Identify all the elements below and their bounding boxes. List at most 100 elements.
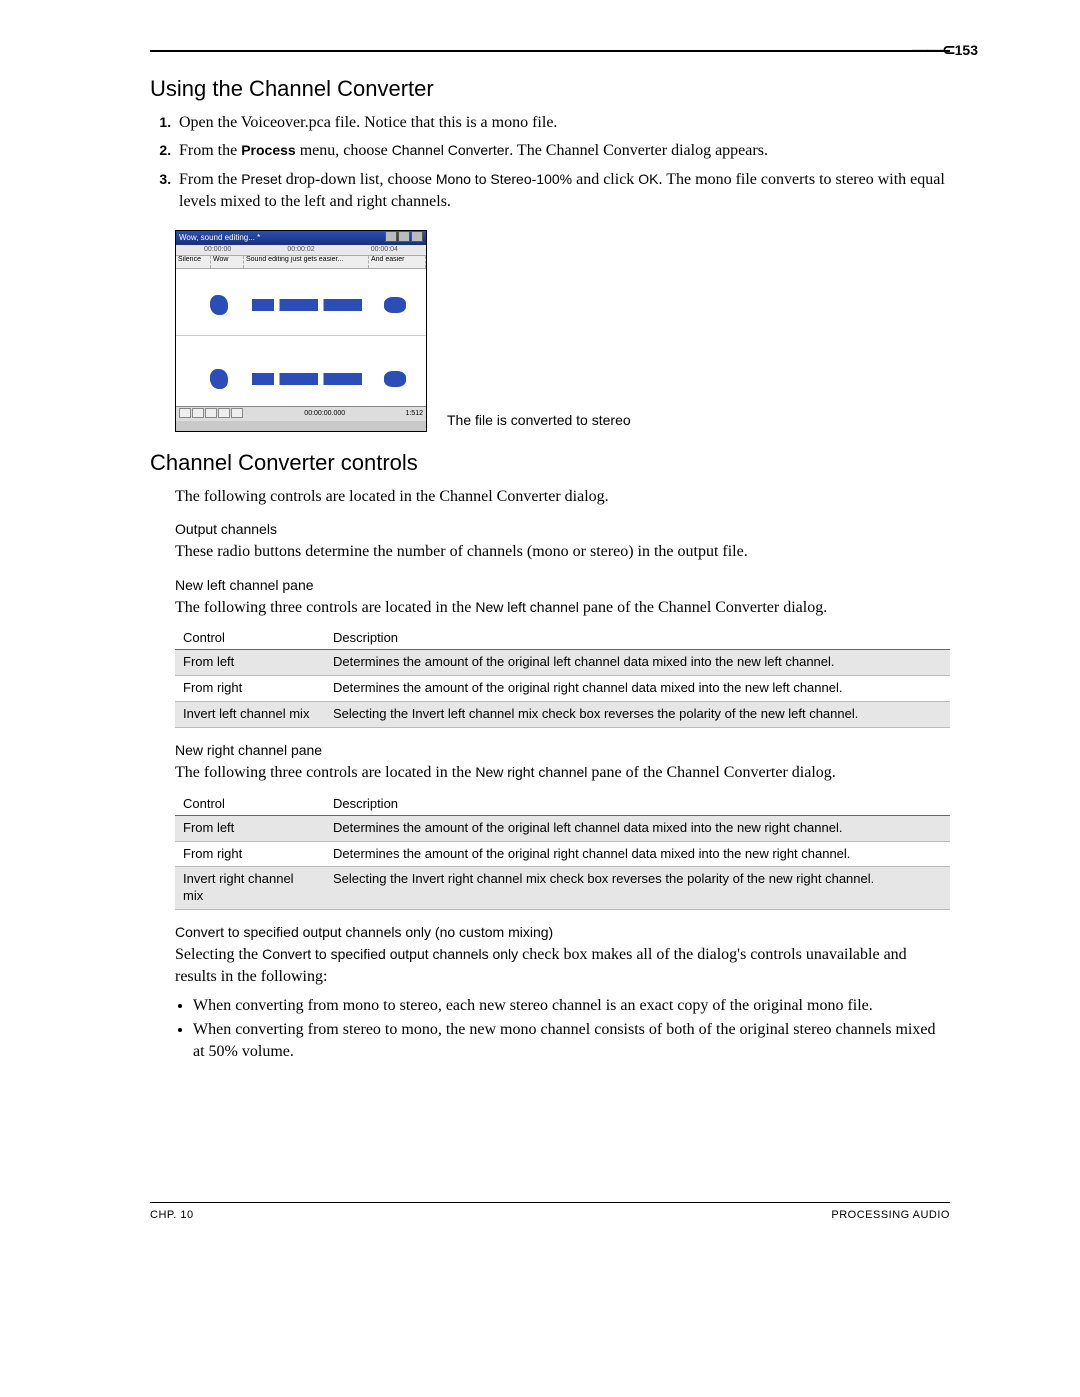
- step-3-lead: From the: [179, 171, 241, 188]
- time-ruler: 00:00:00 00:00:02 00:00:04: [176, 245, 426, 256]
- cell-desc: Selecting the Invert left channel mix ch…: [325, 702, 950, 728]
- cell-desc: Determines the amount of the original le…: [325, 815, 950, 841]
- convert-bullet-list: When converting from mono to stereo, eac…: [193, 995, 950, 1062]
- co-lead: Selecting the: [175, 946, 262, 963]
- minimize-icon: [385, 231, 397, 242]
- th-control: Control: [175, 626, 325, 650]
- nl-lead: The following three controls are located…: [175, 599, 475, 616]
- heading-channel-converter-controls: Channel Converter controls: [150, 450, 950, 476]
- transport-icons: [179, 408, 244, 420]
- ruler-time-0: 00:00:00: [204, 246, 231, 253]
- nr-tail: pane of the Channel Converter dialog.: [587, 764, 835, 781]
- page-number-box: ——⊂153: [912, 40, 978, 60]
- next-icon: [192, 408, 204, 418]
- wave-stretch-icon: [252, 299, 362, 311]
- heading-using-channel-converter: Using the Channel Converter: [150, 76, 950, 102]
- bullet-item: When converting from stereo to mono, the…: [193, 1019, 950, 1062]
- page-footer: CHP. 10 PROCESSING AUDIO: [150, 1202, 950, 1221]
- cell-control: From right: [175, 841, 325, 867]
- wave-blip2-icon: [384, 297, 406, 313]
- button-ok-ref: OK: [638, 171, 658, 187]
- cell-desc: Selecting the Invert right channel mix c…: [325, 867, 950, 910]
- new-left-intro: The following three controls are located…: [175, 597, 950, 619]
- loop-icon: [231, 408, 243, 418]
- wave-blip-icon: [210, 295, 228, 315]
- figure-row: Wow, sound editing... * 00:00:00 00:00:0…: [175, 230, 950, 432]
- table-header-row: Control Description: [175, 626, 950, 650]
- table-new-left: Control Description From left Determines…: [175, 626, 950, 728]
- ui-convert-checkbox: Convert to specified output channels onl…: [262, 946, 518, 962]
- new-right-intro: The following three controls are located…: [175, 762, 950, 784]
- th-control: Control: [175, 792, 325, 816]
- ui-new-left-channel: New left channel: [475, 599, 579, 615]
- controls-intro: The following controls are located in th…: [175, 486, 950, 508]
- ui-new-right-channel: New right channel: [475, 764, 587, 780]
- convert-only-desc: Selecting the Convert to specified outpu…: [175, 944, 950, 987]
- cell-desc: Determines the amount of the original ri…: [325, 841, 950, 867]
- wave-blip2-icon: [384, 371, 406, 387]
- cell-desc: Determines the amount of the original ri…: [325, 676, 950, 702]
- page-number: 153: [955, 42, 978, 58]
- bullet-item: When converting from mono to stereo, eac…: [193, 995, 950, 1017]
- waveform-left-channel: [176, 275, 426, 336]
- cell-control: Invert left channel mix: [175, 702, 325, 728]
- heading-output-channels: Output channels: [175, 521, 950, 537]
- window-title: Wow, sound editing... *: [179, 233, 260, 242]
- footer-section: PROCESSING AUDIO: [831, 1209, 950, 1221]
- table-row: From left Determines the amount of the o…: [175, 815, 950, 841]
- page-num-ornament: ——⊂: [912, 42, 954, 59]
- th-description: Description: [325, 626, 950, 650]
- table-row: Invert left channel mix Selecting the In…: [175, 702, 950, 728]
- time-counter: 00:00:00.000: [304, 410, 345, 417]
- step-3: From the Preset drop-down list, choose M…: [175, 169, 950, 214]
- cell-control: From left: [175, 650, 325, 676]
- heading-new-right-pane: New right channel pane: [175, 742, 950, 758]
- table-row: From right Determines the amount of the …: [175, 676, 950, 702]
- steps-list: Open the Voiceover.pca file. Notice that…: [175, 112, 950, 214]
- step-1: Open the Voiceover.pca file. Notice that…: [175, 112, 950, 134]
- table-row: Invert right channel mix Selecting the I…: [175, 867, 950, 910]
- marker-easier: Sound editing just gets easier...: [244, 256, 369, 268]
- screenshot-sound-editor: Wow, sound editing... * 00:00:00 00:00:0…: [175, 230, 427, 432]
- table-new-right: Control Description From left Determines…: [175, 792, 950, 911]
- maximize-icon: [398, 231, 410, 242]
- dropdown-preset: Preset: [241, 171, 281, 187]
- cell-control: From left: [175, 815, 325, 841]
- output-channels-desc: These radio buttons determine the number…: [175, 541, 950, 563]
- th-description: Description: [325, 792, 950, 816]
- wave-stretch-icon: [252, 373, 362, 385]
- prev-icon: [179, 408, 191, 418]
- ruler-time-1: 00:00:02: [287, 246, 314, 253]
- zoom-ratio: 1:512: [405, 410, 423, 417]
- wave-blip-icon: [210, 369, 228, 389]
- status-bar: 00:00:00.000 1:512: [176, 406, 426, 421]
- marker-silence: Silence: [176, 256, 211, 268]
- play-icon: [218, 408, 230, 418]
- step-3-mid2: and click: [572, 171, 638, 188]
- marker-and-easier: And easier: [369, 256, 426, 268]
- heading-new-left-pane: New left channel pane: [175, 577, 950, 593]
- cell-control: Invert right channel mix: [175, 867, 325, 910]
- waveform-area: 00:00:00.000 1:512: [176, 269, 426, 421]
- cell-desc: Determines the amount of the original le…: [325, 650, 950, 676]
- close-icon: [411, 231, 423, 242]
- marker-wow: Wow: [211, 256, 244, 268]
- step-2: From the Process menu, choose Channel Co…: [175, 140, 950, 162]
- step-2-lead: From the: [179, 142, 241, 159]
- waveform-right-channel: [176, 349, 426, 410]
- cmd-channel-converter: Channel Converter: [392, 142, 510, 158]
- nr-lead: The following three controls are located…: [175, 764, 475, 781]
- marker-bar: Silence Wow Sound editing just gets easi…: [176, 256, 426, 269]
- menu-process: Process: [241, 142, 295, 158]
- footer-chapter: CHP. 10: [150, 1209, 194, 1221]
- table-row: From left Determines the amount of the o…: [175, 650, 950, 676]
- window-buttons: [384, 231, 423, 244]
- preset-mono-to-stereo: Mono to Stereo-100%: [436, 171, 572, 187]
- table-row: From right Determines the amount of the …: [175, 841, 950, 867]
- stop-icon: [205, 408, 217, 418]
- nl-tail: pane of the Channel Converter dialog.: [579, 599, 827, 616]
- window-titlebar: Wow, sound editing... *: [176, 231, 426, 245]
- step-2-tail: . The Channel Converter dialog appears.: [509, 142, 768, 159]
- cell-control: From right: [175, 676, 325, 702]
- heading-convert-only: Convert to specified output channels onl…: [175, 924, 950, 940]
